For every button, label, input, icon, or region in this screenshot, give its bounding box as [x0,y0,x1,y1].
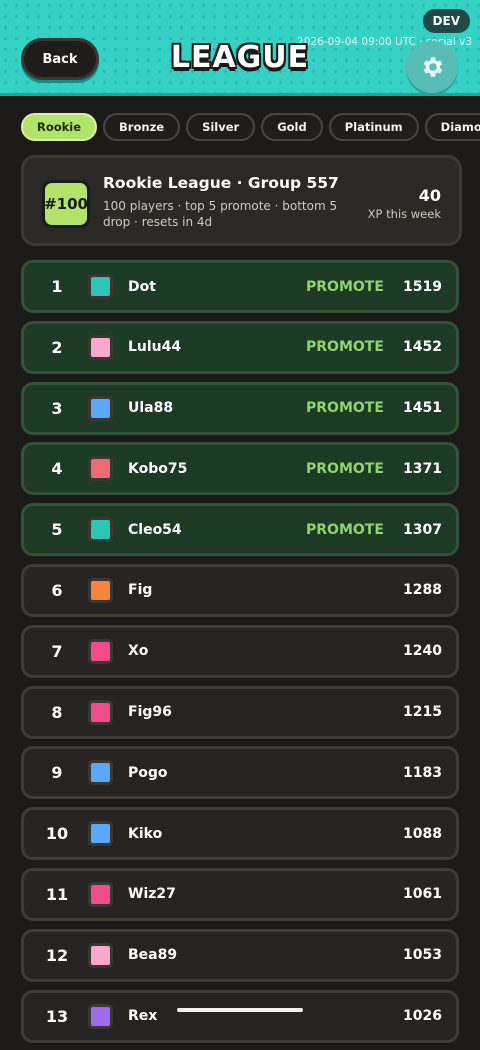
settings-button[interactable] [406,41,458,93]
leaderboard-row[interactable]: 9 Pogo 1183 [21,746,459,800]
leaderboard-row[interactable]: 10 Kiko 1088 [21,807,459,861]
leaderboard-row[interactable]: 4 Kobo75 PROMOTE 1371 [21,442,459,496]
tab-diamond[interactable]: Diamond [424,113,480,141]
avatar [88,1003,113,1029]
leaderboard-list: 1 Dot PROMOTE 1519 2 Lulu44 PROMOTE 1452 3 Ula88 P… [21,260,459,1050]
avatar [88,517,113,543]
row-rank: 1 [51,277,63,296]
player-xp: 1288 [403,582,442,599]
promote-badge: PROMOTE [306,339,384,356]
leaderboard-row[interactable]: 13 Rex 1026 [21,989,459,1043]
leaderboard-row[interactable]: 8 Fig96 1215 [21,685,459,739]
player-xp: 1371 [403,460,442,477]
row-rank: 2 [51,337,63,357]
player-xp: 1452 [403,339,442,356]
avatar [88,334,113,360]
player-xp: 1088 [403,825,442,842]
player-name: Dot [128,278,156,295]
env-badge: DEV [422,9,470,33]
player-name: Ula88 [128,400,174,417]
leaderboard-row[interactable]: 6 Fig 1288 [21,563,459,617]
player-name: Fig96 [128,704,172,721]
leaderboard-row[interactable]: 5 Cleo54 PROMOTE 1307 [21,503,459,557]
player-xp: 1061 [403,886,442,903]
tab-silver[interactable]: Silver [186,113,256,141]
row-rank: 8 [51,702,63,722]
promote-badge: PROMOTE [306,400,384,417]
avatar [88,881,113,907]
player-name: Lulu44 [128,339,182,356]
avatar [88,638,113,664]
row-rank: 10 [45,824,69,844]
player-name: Pogo [128,764,168,781]
row-rank: 13 [45,1006,69,1026]
player-xp: 1183 [403,764,442,781]
avatar [88,577,113,603]
avatar [88,760,113,786]
player-name: Xo [128,643,149,660]
weekly-xp-value: 40 [418,186,441,205]
avatar [88,456,113,482]
player-xp: 1307 [403,521,442,538]
avatar [88,395,113,421]
weekly-xp-label: XP this week [367,207,441,221]
row-rank: 5 [51,520,63,540]
row-rank: 6 [51,580,63,600]
promote-badge: PROMOTE [306,521,384,538]
header-bar: DEV 2026-09-04 09:00 UTC · social v3 Bac… [0,0,480,96]
player-name: Rex [128,1008,158,1025]
avatar [88,274,113,299]
league-tier-tabs: RookieBronzeSilverGoldPlatinumDiamond [21,113,480,143]
player-name: Kiko [128,825,163,842]
row-rank: 4 [51,459,63,479]
player-name: Bea89 [128,947,178,964]
promote-badge: PROMOTE [306,278,384,295]
leaderboard-row[interactable]: 7 Xo 1240 [21,624,459,678]
tab-platinum[interactable]: Platinum [328,113,419,141]
leaderboard-row[interactable]: 11 Wiz27 1061 [21,867,459,921]
leaderboard-row[interactable]: 12 Bea89 1053 [21,928,459,982]
leaderboard-row[interactable]: 2 Lulu44 PROMOTE 1452 [21,320,459,374]
player-name: Fig [128,582,153,599]
my-rank-badge: #100 [42,180,90,228]
tab-gold[interactable]: Gold [261,113,323,141]
tab-rookie[interactable]: Rookie [21,113,98,141]
player-xp: 1451 [403,400,442,417]
player-name: Kobo75 [128,460,188,477]
home-indicator[interactable] [177,1008,303,1012]
promote-badge: PROMOTE [306,460,384,477]
avatar [88,821,113,847]
row-rank: 9 [51,763,63,783]
player-xp: 1519 [403,278,442,295]
avatar [88,942,113,968]
tab-bronze[interactable]: Bronze [103,113,181,141]
player-xp: 1026 [403,1008,442,1025]
avatar [88,699,113,725]
group-rules: 100 players · top 5 promote · bottom 5 d… [103,199,338,229]
leaderboard-row[interactable]: 3 Ula88 PROMOTE 1451 [21,381,459,435]
row-rank: 12 [45,945,69,965]
gear-icon [423,57,443,77]
group-summary-card: #100 Rookie League · Group 557 100 playe… [21,155,462,246]
player-xp: 1053 [403,947,442,964]
player-xp: 1215 [403,704,442,721]
player-name: Cleo54 [128,521,182,538]
leaderboard-row[interactable]: 1 Dot PROMOTE 1519 [21,260,459,313]
row-rank: 7 [51,641,63,661]
row-rank: 3 [51,398,63,418]
player-xp: 1240 [403,643,442,660]
row-rank: 11 [45,884,69,904]
player-name: Wiz27 [128,886,176,903]
group-title: Rookie League · Group 557 [103,174,339,192]
